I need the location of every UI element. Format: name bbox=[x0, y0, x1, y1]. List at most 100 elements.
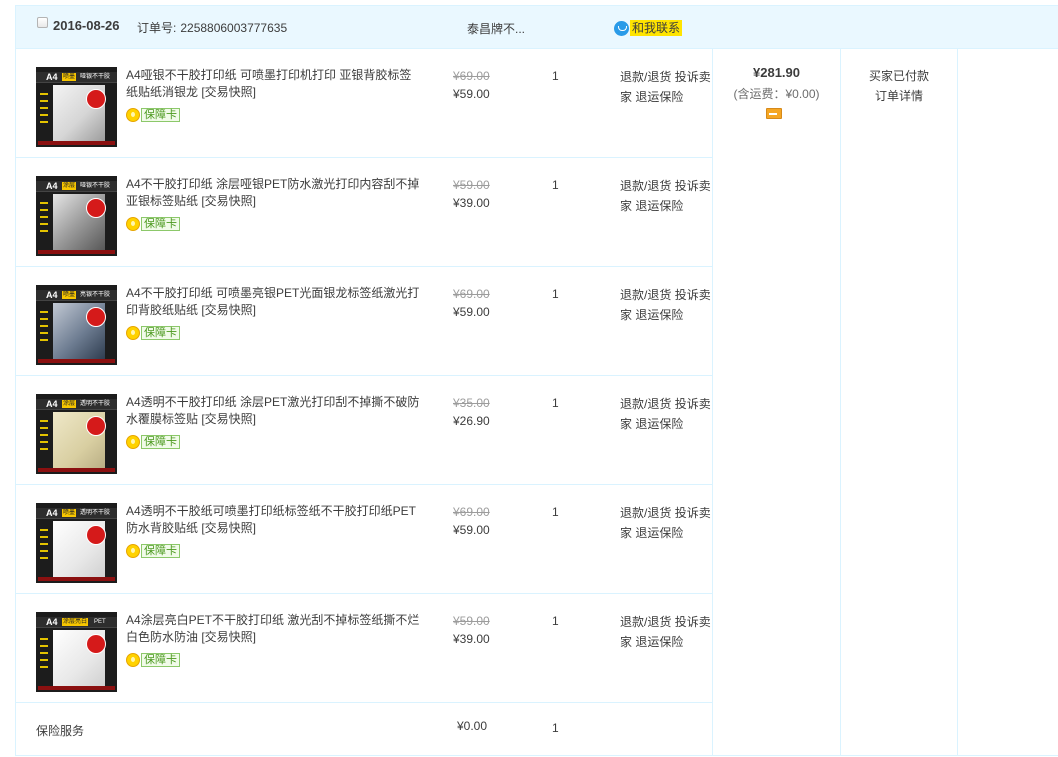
guarantee-label: 保障卡 bbox=[141, 326, 180, 340]
product-thumbnail[interactable]: A4 涂层 哑银不干胶 bbox=[36, 176, 117, 256]
order-item: A4 喷墨 透明不干胶 A4透明不干胶纸可喷墨打印纸标签纸不干胶打印纸PET防水… bbox=[16, 485, 712, 594]
paid-price: ¥59.00 bbox=[453, 87, 490, 101]
product-title-link[interactable]: A4透明不干胶打印纸 涂层PET激光打印刮不掉撕不破防水覆膜标签贴 [交易快照] bbox=[126, 394, 422, 428]
product-thumbnail[interactable]: A4 涂层 透明不干胶 bbox=[36, 394, 117, 474]
order-header: 2016-08-26 订单号: 2258806003777635 泰昌牌不... … bbox=[16, 6, 1058, 49]
product-title-link[interactable]: A4涂层亮白PET不干胶打印纸 激光刮不掉标签纸撕不烂白色防水防油 [交易快照] bbox=[126, 612, 422, 646]
quantity: 1 bbox=[552, 614, 559, 628]
quantity: 1 bbox=[552, 505, 559, 519]
product-thumbnail[interactable]: A4 喷墨 亮银不干胶 bbox=[36, 285, 117, 365]
product-title-link[interactable]: A4不干胶打印纸 可喷墨亮银PET光面银龙标签纸激光打印背胶纸贴纸 [交易快照] bbox=[126, 285, 422, 319]
order-status: 买家已付款 bbox=[868, 69, 929, 83]
paid-price: ¥39.00 bbox=[453, 632, 490, 646]
price-cell: ¥69.00 ¥59.00 bbox=[453, 503, 490, 539]
order-item: A4 喷墨 亮银不干胶 A4不干胶打印纸 可喷墨亮银PET光面银龙标签纸激光打印… bbox=[16, 267, 712, 376]
order-select-checkbox[interactable] bbox=[37, 17, 48, 28]
guarantee-icon bbox=[126, 653, 140, 667]
order-card: 2016-08-26 订单号: 2258806003777635 泰昌牌不... … bbox=[15, 5, 1058, 756]
refund-return-link[interactable]: 退款/退货 bbox=[620, 70, 671, 84]
guarantee-label: 保障卡 bbox=[141, 108, 180, 122]
original-price: ¥69.00 bbox=[453, 69, 490, 83]
return-shipping-insurance-link[interactable]: 退运保险 bbox=[635, 635, 683, 649]
order-date: 2016-08-26 bbox=[53, 18, 120, 33]
product-title-link[interactable]: A4哑银不干胶打印纸 可喷墨打印机打印 亚银背胶标签纸贴纸消银龙 [交易快照] bbox=[126, 67, 422, 101]
order-status-column: 买家已付款 订单详情 bbox=[840, 49, 957, 756]
order-total-column: ¥281.90 (含运费：¥0.00) bbox=[712, 49, 840, 756]
item-operations: 退款/退货 投诉卖家 退运保险 bbox=[620, 394, 712, 434]
shipping-fee-note: (含运费：¥0.00) bbox=[733, 87, 820, 101]
price-cell: ¥69.00 ¥59.00 bbox=[453, 285, 490, 321]
product-thumbnail[interactable]: A4 喷墨 透明不干胶 bbox=[36, 503, 117, 583]
insurance-price: ¥0.00 bbox=[457, 719, 488, 733]
quantity: 1 bbox=[552, 287, 559, 301]
guarantee-card-badge[interactable]: 保障卡 bbox=[126, 544, 180, 558]
order-number: 订单号: 2258806003777635 bbox=[137, 19, 287, 36]
price-cell: ¥59.00 ¥39.00 bbox=[453, 612, 490, 648]
refund-return-link[interactable]: 退款/退货 bbox=[620, 288, 671, 302]
product-title-link[interactable]: A4不干胶打印纸 涂层哑银PET防水激光打印内容刮不掉 亚银标签贴纸 [交易快照… bbox=[126, 176, 422, 210]
price-cell: ¥69.00 ¥59.00 bbox=[453, 67, 490, 103]
price-cell: ¥59.00 ¥39.00 bbox=[453, 176, 490, 212]
order-item: A4 涂层亮白 PET A4涂层亮白PET不干胶打印纸 激光刮不掉标签纸撕不烂白… bbox=[16, 594, 712, 703]
order-items: A4 喷墨 哑银不干胶 A4哑银不干胶打印纸 可喷墨打印机打印 亚银背胶标签纸贴… bbox=[16, 49, 712, 756]
refund-return-link[interactable]: 退款/退货 bbox=[620, 506, 671, 520]
guarantee-label: 保障卡 bbox=[141, 217, 180, 231]
insurance-label: 保险服务 bbox=[36, 724, 85, 738]
guarantee-icon bbox=[126, 544, 140, 558]
original-price: ¥35.00 bbox=[453, 396, 490, 410]
original-price: ¥69.00 bbox=[453, 287, 490, 301]
order-number-label: 订单号: bbox=[137, 21, 177, 35]
insurance-service-row: 保险服务 ¥0.00 1 bbox=[16, 703, 712, 756]
contact-seller-button[interactable]: 和我联系 bbox=[614, 19, 683, 37]
order-total-amount: ¥281.90 bbox=[753, 65, 800, 80]
guarantee-icon bbox=[126, 217, 140, 231]
product-thumbnail[interactable]: A4 喷墨 哑银不干胶 bbox=[36, 67, 117, 147]
guarantee-label: 保障卡 bbox=[141, 653, 180, 667]
order-item: A4 喷墨 哑银不干胶 A4哑银不干胶打印纸 可喷墨打印机打印 亚银背胶标签纸贴… bbox=[16, 49, 712, 158]
guarantee-card-badge[interactable]: 保障卡 bbox=[126, 653, 180, 667]
guarantee-card-badge[interactable]: 保障卡 bbox=[126, 217, 180, 231]
guarantee-card-badge[interactable]: 保障卡 bbox=[126, 326, 180, 340]
item-operations: 退款/退货 投诉卖家 退运保险 bbox=[620, 503, 712, 543]
quantity: 1 bbox=[552, 396, 559, 410]
insurance-quantity: 1 bbox=[552, 721, 559, 735]
paid-price: ¥39.00 bbox=[453, 196, 490, 210]
shop-name-link[interactable]: 泰昌牌不... bbox=[467, 20, 525, 37]
guarantee-label: 保障卡 bbox=[141, 435, 180, 449]
wangwang-chat-icon bbox=[614, 20, 629, 36]
credit-card-icon[interactable] bbox=[766, 108, 782, 119]
guarantee-card-badge[interactable]: 保障卡 bbox=[126, 435, 180, 449]
guarantee-card-badge[interactable]: 保障卡 bbox=[126, 108, 180, 122]
guarantee-icon bbox=[126, 108, 140, 122]
order-actions-column bbox=[957, 49, 1058, 756]
original-price: ¥59.00 bbox=[453, 614, 490, 628]
order-body: A4 喷墨 哑银不干胶 A4哑银不干胶打印纸 可喷墨打印机打印 亚银背胶标签纸贴… bbox=[16, 49, 1058, 756]
return-shipping-insurance-link[interactable]: 退运保险 bbox=[635, 90, 683, 104]
product-title-link[interactable]: A4透明不干胶纸可喷墨打印纸标签纸不干胶打印纸PET防水背胶贴纸 [交易快照] bbox=[126, 503, 422, 537]
return-shipping-insurance-link[interactable]: 退运保险 bbox=[635, 417, 683, 431]
return-shipping-insurance-link[interactable]: 退运保险 bbox=[635, 199, 683, 213]
item-operations: 退款/退货 投诉卖家 退运保险 bbox=[620, 612, 712, 652]
guarantee-label: 保障卡 bbox=[141, 544, 180, 558]
paid-price: ¥26.90 bbox=[453, 414, 490, 428]
original-price: ¥59.00 bbox=[453, 178, 490, 192]
paid-price: ¥59.00 bbox=[453, 523, 490, 537]
product-thumbnail[interactable]: A4 涂层亮白 PET bbox=[36, 612, 117, 692]
return-shipping-insurance-link[interactable]: 退运保险 bbox=[635, 526, 683, 540]
quantity: 1 bbox=[552, 69, 559, 83]
quantity: 1 bbox=[552, 178, 559, 192]
refund-return-link[interactable]: 退款/退货 bbox=[620, 179, 671, 193]
return-shipping-insurance-link[interactable]: 退运保险 bbox=[635, 308, 683, 322]
order-number-value: 2258806003777635 bbox=[180, 21, 288, 35]
order-item: A4 涂层 哑银不干胶 A4不干胶打印纸 涂层哑银PET防水激光打印内容刮不掉 … bbox=[16, 158, 712, 267]
refund-return-link[interactable]: 退款/退货 bbox=[620, 397, 671, 411]
order-detail-link[interactable]: 订单详情 bbox=[841, 87, 957, 104]
refund-return-link[interactable]: 退款/退货 bbox=[620, 615, 671, 629]
paid-price: ¥59.00 bbox=[453, 305, 490, 319]
original-price: ¥69.00 bbox=[453, 505, 490, 519]
guarantee-icon bbox=[126, 326, 140, 340]
contact-seller-label: 和我联系 bbox=[630, 20, 683, 36]
item-operations: 退款/退货 投诉卖家 退运保险 bbox=[620, 176, 712, 216]
item-operations: 退款/退货 投诉卖家 退运保险 bbox=[620, 67, 712, 107]
guarantee-icon bbox=[126, 435, 140, 449]
